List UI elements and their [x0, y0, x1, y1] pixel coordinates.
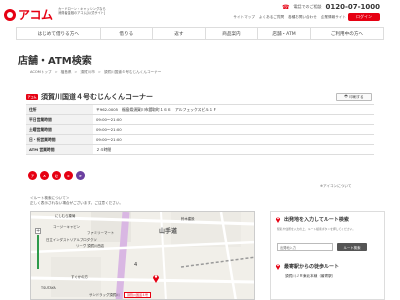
route-search-heading: 出発地を入力してルート検索: [275, 216, 349, 223]
weekday-hours-value: 09:00～21:00: [93, 114, 374, 125]
holiday-hours-value: 09:00～21:00: [93, 134, 374, 145]
service-icons: アAむCP: [28, 171, 85, 180]
nav-beginners[interactable]: はじめて借りる方へ: [17, 28, 101, 39]
util-link-contact[interactable]: 各種お問い合わせ: [288, 15, 317, 20]
map-label-nishimura: にしむら薬局: [55, 214, 76, 218]
card-icon: C: [64, 171, 73, 180]
global-nav: はじめて借りる方へ 借りる 返す 商品案内 店舗・ATM ご利用中の方へ: [16, 27, 384, 40]
icon-legend-link[interactable]: ※アイコンについて: [320, 184, 351, 189]
print-label: 印刷する: [349, 94, 364, 99]
breadcrumb-current: 須賀川国道４号むじんくんコーナー: [103, 70, 162, 74]
site-header: アコム カードローン・キャッシングなら 消費者金融のアコム[公式サイト] ☎ 電…: [0, 0, 400, 24]
store-type-badge: アコム: [26, 94, 39, 100]
login-button[interactable]: ログイン: [348, 13, 380, 21]
atm-hours-key: ATM 営業時間: [26, 144, 93, 155]
tagline-line-2: 消費者金融のアコム[公式サイト]: [58, 11, 106, 15]
acom-logo-mark-icon: [4, 8, 16, 21]
address-value: 〒962-0005 福島県須賀川市舘取町１６６ アルフェックスビル１Ｆ: [93, 104, 374, 115]
table-row: 平日営業時間 09:00～21:00: [26, 114, 374, 125]
phone-icon: ☎: [281, 3, 290, 11]
map-label-tsutaya: TSUTAYA: [41, 286, 56, 290]
breadcrumb-separator: >: [74, 70, 78, 74]
logo-text: アコム: [18, 8, 53, 22]
breadcrumb-item[interactable]: 須賀川市: [80, 70, 94, 75]
map-label-cozy: コージーキャビン: [53, 225, 81, 229]
map-label-hitachi: 日立インダストリアルプロダクツ: [46, 238, 97, 242]
nearest-station-link[interactable]: 須賀川ＪＲ東北本線（最寄駅）: [285, 274, 335, 279]
nav-store-atm[interactable]: 店舗・ATM: [258, 28, 311, 39]
mujinkun-icon: む: [52, 171, 61, 180]
map-label-sundrug: サンドラッグ須賀川: [89, 293, 120, 297]
zoom-slider[interactable]: [37, 235, 39, 269]
walking-route-title: 最寄駅からの徒歩ルート: [284, 264, 340, 270]
departure-input[interactable]: 出発地入力: [277, 243, 333, 251]
tagline: カードローン・キャッシングなら 消費者金融のアコム[公式サイト]: [58, 7, 128, 15]
table-row: 日・祝営業時間 09:00～21:00: [26, 134, 374, 145]
address-key: 住所: [26, 104, 93, 115]
store-location-pin-icon[interactable]: [152, 273, 160, 283]
acom-service-icon: ア: [28, 171, 37, 180]
route-search-description: 駅名や住所を入力の上、ルート検索ボタンを押してください。: [277, 227, 356, 231]
saturday-hours-value: 09:00～21:00: [93, 124, 374, 135]
breadcrumb-item[interactable]: ACOMトップ: [30, 70, 52, 75]
map-label-suzuki: 鈴木建設: [181, 217, 195, 221]
table-row: 住所 〒962-0005 福島県須賀川市舘取町１６６ アルフェックスビル１Ｆ: [26, 104, 374, 115]
store-name: 須賀川国道４号むじんくんコーナー: [41, 93, 154, 101]
route-note-text: 正しく表示されない場合がございます。ご注意ください。: [30, 201, 124, 205]
acom-atm-icon: A: [40, 171, 49, 180]
weekday-hours-key: 平日営業時間: [26, 114, 93, 125]
map-zoom-controls: +: [35, 228, 41, 270]
table-row: 土曜営業時間 09:00～21:00: [26, 124, 374, 135]
location-pin-icon: [275, 217, 281, 223]
nav-members[interactable]: ご利用中の方へ: [311, 28, 383, 39]
phone-contact: ☎ 電話でのご相談 0120-07-1000: [282, 3, 380, 11]
holiday-hours-key: 日・祝営業時間: [26, 134, 93, 145]
table-row: ATM 営業時間 ２４時間: [26, 144, 374, 155]
phone-label: 電話でのご相談: [293, 4, 322, 9]
walking-route-heading: 最寄駅からの徒歩ルート: [275, 263, 339, 270]
store-info-table: 住所 〒962-0005 福島県須賀川市舘取町１６６ アルフェックスビル１Ｆ 平…: [26, 104, 374, 155]
map-label-yamanote: 山手道: [159, 228, 178, 235]
nav-products[interactable]: 商品案内: [206, 28, 259, 39]
map-label-sugu: すぐかの方: [71, 275, 88, 279]
saturday-hours-key: 土曜営業時間: [26, 124, 93, 135]
zoom-in-button[interactable]: +: [35, 228, 41, 234]
utility-links: サイトマップ よくあるご質問 各種お問い合わせ 企業情報サイト: [233, 15, 346, 20]
route-search-panel: 出発地を入力してルート検索 駅名や住所を入力の上、ルート検索ボタンを押してくださ…: [270, 211, 385, 300]
store-map[interactable]: + にしむら薬局 コージーキャビン ファミリーマート 日立インダストリアルプロダ…: [30, 211, 255, 300]
nav-repay[interactable]: 返す: [153, 28, 206, 39]
route-note: ＜ルート検索について＞ 正しく表示されない場合がございます。ご注意ください。: [30, 196, 123, 206]
map-label-route-4: 4: [134, 262, 138, 268]
store-heading: アコム 須賀川国道４号むじんくんコーナー: [26, 92, 153, 102]
route-search-button[interactable]: ルート検索: [337, 243, 367, 251]
map-label-family: ファミリーマート: [87, 231, 115, 235]
breadcrumb-separator: >: [54, 70, 58, 74]
phone-number[interactable]: 0120-07-1000: [325, 3, 380, 11]
location-pin-icon: [275, 264, 281, 270]
route-search-title: 出発地を入力してルート検索: [284, 217, 349, 223]
util-link-corporate[interactable]: 企業情報サイト: [321, 15, 346, 20]
util-link-sitemap[interactable]: サイトマップ: [233, 15, 255, 20]
breadcrumb: ACOMトップ > 福島県 > 須賀川市 > 須賀川国道４号むじんくんコーナー: [30, 70, 161, 75]
printer-icon: 🖶: [344, 94, 348, 98]
parking-icon: P: [76, 171, 85, 180]
map-label-rikyu: リーヴ 須賀川西店: [76, 244, 105, 248]
print-button[interactable]: 🖶 印刷する: [336, 93, 372, 101]
nav-borrow[interactable]: 借りる: [101, 28, 154, 39]
map-store-tag: 須賀川国道４号: [124, 292, 152, 298]
page-title: 店舗・ATM検索: [18, 56, 92, 67]
util-link-faq[interactable]: よくあるご質問: [259, 15, 284, 20]
acom-logo[interactable]: アコム: [4, 6, 53, 23]
atm-hours-value: ２４時間: [93, 144, 374, 155]
breadcrumb-item[interactable]: 福島県: [61, 70, 72, 75]
breadcrumb-separator: >: [97, 70, 101, 74]
